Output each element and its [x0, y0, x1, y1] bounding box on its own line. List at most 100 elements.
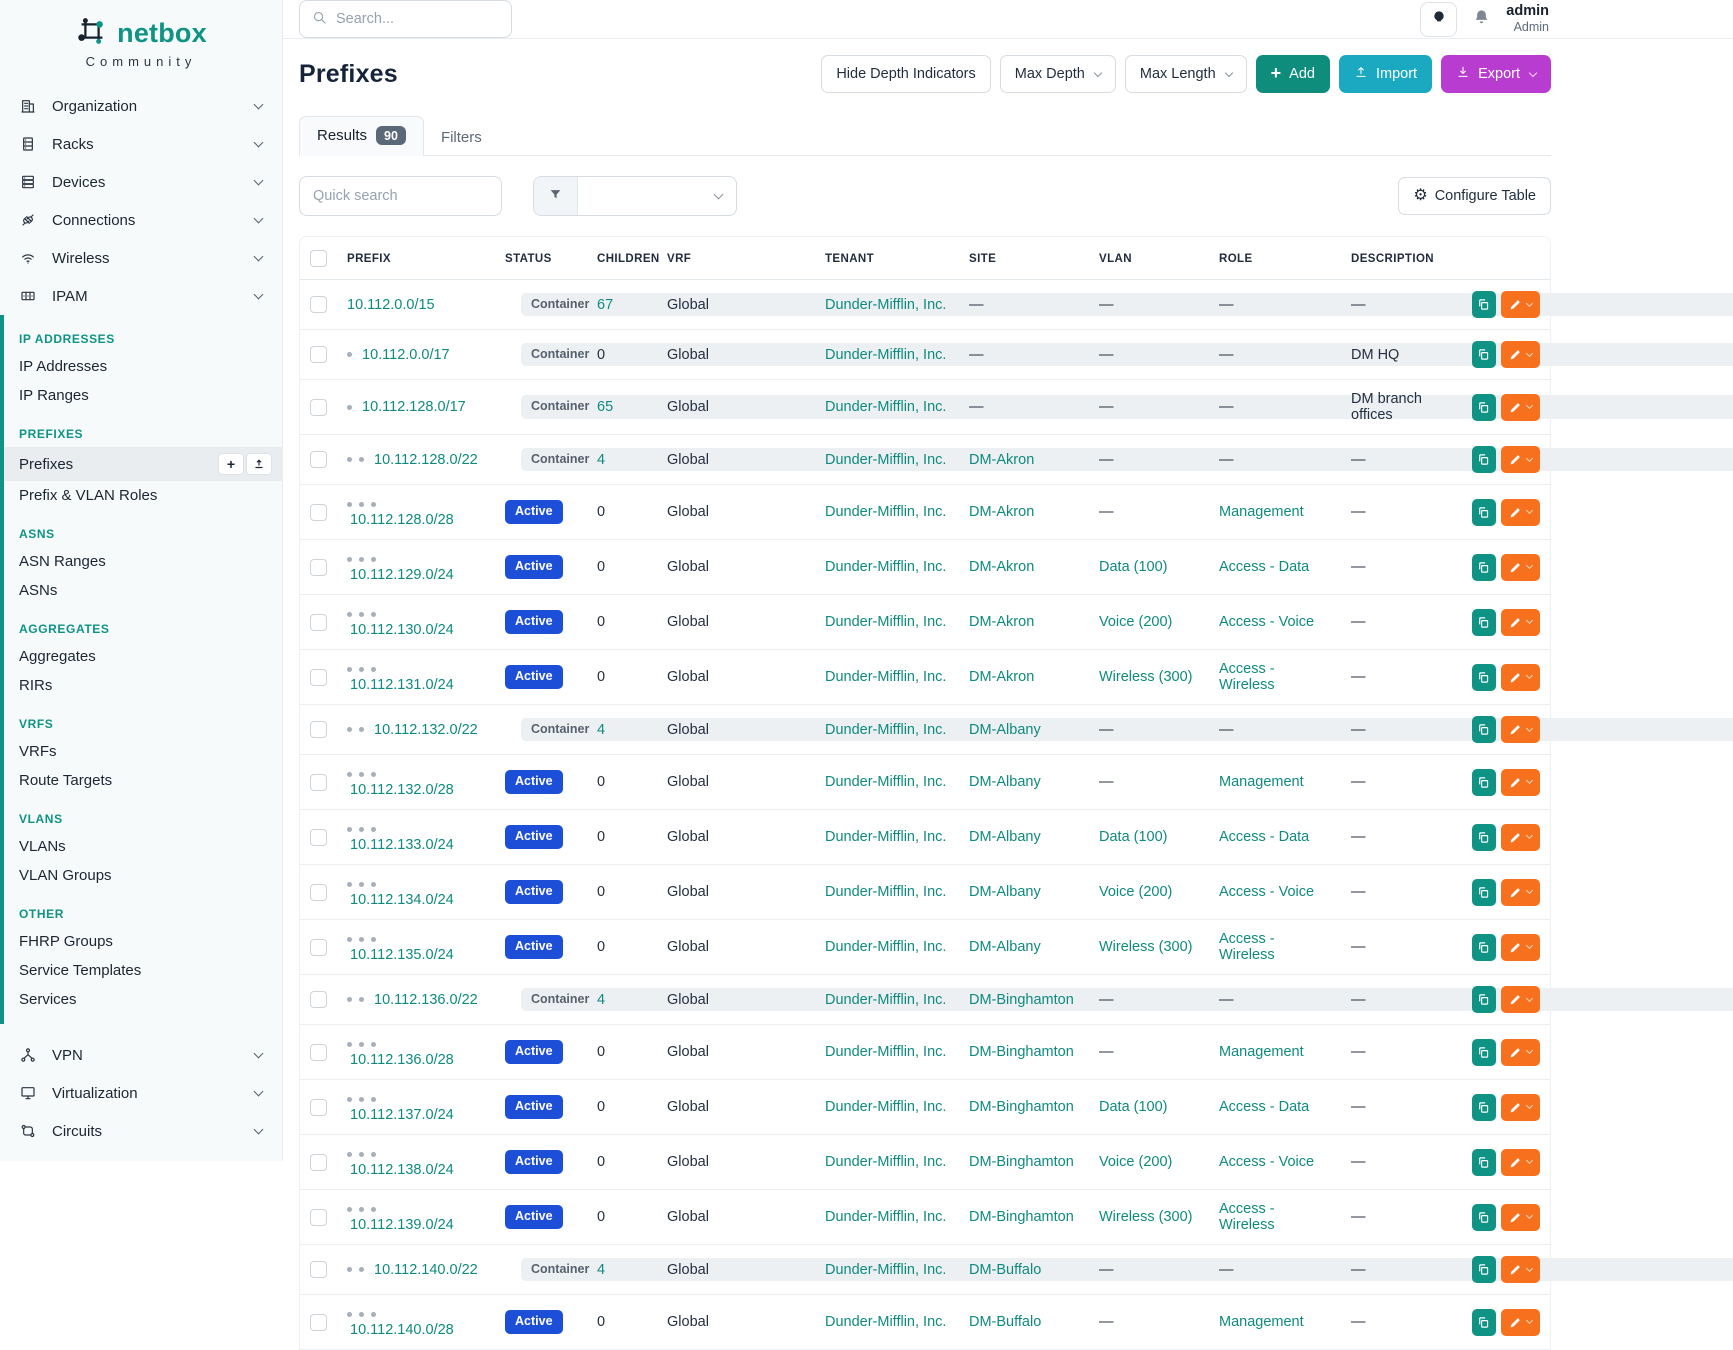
edit-button[interactable]: [1501, 716, 1540, 743]
edit-button[interactable]: [1501, 769, 1540, 796]
prefix-link[interactable]: 10.112.140.0/22: [374, 1262, 478, 1278]
clone-button[interactable]: [1472, 1149, 1496, 1176]
max-depth-dropdown[interactable]: Max Depth: [1000, 55, 1116, 93]
row-checkbox[interactable]: [310, 346, 327, 363]
prefix-link[interactable]: 10.112.136.0/28: [350, 1052, 454, 1068]
row-checkbox[interactable]: [310, 614, 327, 631]
saved-filter-select[interactable]: [578, 177, 736, 215]
row-checkbox[interactable]: [310, 1154, 327, 1171]
clone-button[interactable]: [1472, 499, 1496, 526]
prefix-link[interactable]: 10.112.128.0/17: [362, 399, 466, 415]
clone-button[interactable]: [1472, 609, 1496, 636]
edit-button[interactable]: [1501, 1204, 1540, 1231]
site-link[interactable]: DM-Albany: [969, 829, 1041, 845]
prefix-link[interactable]: 10.112.131.0/24: [350, 677, 454, 693]
clone-button[interactable]: [1472, 986, 1496, 1013]
prefix-link[interactable]: 10.112.139.0/24: [350, 1217, 454, 1233]
row-checkbox[interactable]: [310, 1044, 327, 1061]
prefix-link[interactable]: 10.112.138.0/24: [350, 1162, 454, 1178]
prefix-link[interactable]: 10.112.137.0/24: [350, 1107, 454, 1123]
netbox-logo[interactable]: netbox: [0, 0, 282, 52]
user-menu[interactable]: admin Admin: [1506, 2, 1549, 36]
tenant-link[interactable]: Dunder-Mifflin, Inc.: [825, 1262, 946, 1278]
global-search[interactable]: [299, 0, 512, 38]
site-link[interactable]: DM-Akron: [969, 669, 1034, 685]
clone-button[interactable]: [1472, 664, 1496, 691]
edit-button[interactable]: [1501, 1039, 1540, 1066]
tenant-link[interactable]: Dunder-Mifflin, Inc.: [825, 399, 946, 415]
tenant-link[interactable]: Dunder-Mifflin, Inc.: [825, 1209, 946, 1225]
tenant-link[interactable]: Dunder-Mifflin, Inc.: [825, 939, 946, 955]
vlan-link[interactable]: Voice (200): [1099, 614, 1172, 630]
site-link[interactable]: DM-Akron: [969, 614, 1034, 630]
vlan-link[interactable]: Data (100): [1099, 829, 1168, 845]
children-count-link[interactable]: 67: [597, 297, 613, 313]
children-count-link[interactable]: 4: [597, 452, 605, 468]
prefix-link[interactable]: 10.112.128.0/28: [350, 512, 454, 528]
sidebar-item-route-targets[interactable]: Route Targets: [4, 766, 282, 795]
row-checkbox[interactable]: [310, 1261, 327, 1278]
tenant-link[interactable]: Dunder-Mifflin, Inc.: [825, 559, 946, 575]
tenant-link[interactable]: Dunder-Mifflin, Inc.: [825, 829, 946, 845]
edit-button[interactable]: [1501, 934, 1540, 961]
tenant-link[interactable]: Dunder-Mifflin, Inc.: [825, 1154, 946, 1170]
prefix-link[interactable]: 10.112.132.0/28: [350, 782, 454, 798]
edit-button[interactable]: [1501, 291, 1540, 318]
sidebar-item-prefixes[interactable]: Prefixes+: [4, 447, 282, 481]
clone-button[interactable]: [1472, 716, 1496, 743]
site-link[interactable]: DM-Albany: [969, 774, 1041, 790]
row-checkbox[interactable]: [310, 829, 327, 846]
site-link[interactable]: DM-Binghamton: [969, 1154, 1074, 1170]
tenant-link[interactable]: Dunder-Mifflin, Inc.: [825, 669, 946, 685]
sidebar-item-asn-ranges[interactable]: ASN Ranges: [4, 547, 282, 576]
children-count-link[interactable]: 4: [597, 992, 605, 1008]
row-checkbox[interactable]: [310, 559, 327, 576]
prefix-link[interactable]: 10.112.135.0/24: [350, 947, 454, 963]
sidebar-item-racks[interactable]: Racks: [0, 125, 282, 163]
quick-add-button[interactable]: +: [218, 453, 244, 475]
vlan-link[interactable]: Data (100): [1099, 559, 1168, 575]
clone-button[interactable]: [1472, 934, 1496, 961]
row-checkbox[interactable]: [310, 991, 327, 1008]
role-link[interactable]: Access - Wireless: [1219, 661, 1275, 693]
row-checkbox[interactable]: [310, 399, 327, 416]
theme-toggle-button[interactable]: [1420, 2, 1457, 37]
tab-results[interactable]: Results 90: [299, 116, 424, 156]
tenant-link[interactable]: Dunder-Mifflin, Inc.: [825, 1099, 946, 1115]
prefix-link[interactable]: 10.112.140.0/28: [350, 1322, 454, 1338]
children-count-link[interactable]: 4: [597, 722, 605, 738]
prefix-link[interactable]: 10.112.133.0/24: [350, 837, 454, 853]
tenant-link[interactable]: Dunder-Mifflin, Inc.: [825, 1044, 946, 1060]
max-length-dropdown[interactable]: Max Length: [1125, 55, 1247, 93]
global-search-input[interactable]: [336, 11, 523, 27]
site-link[interactable]: DM-Albany: [969, 884, 1041, 900]
site-link[interactable]: DM-Akron: [969, 559, 1034, 575]
clone-button[interactable]: [1472, 1204, 1496, 1231]
sidebar-item-vrfs[interactable]: VRFs: [4, 737, 282, 766]
sidebar-item-wireless[interactable]: Wireless: [0, 239, 282, 277]
children-count-link[interactable]: 65: [597, 399, 613, 415]
sidebar-item-ip-ranges[interactable]: IP Ranges: [4, 381, 282, 410]
quick-search-input[interactable]: [299, 176, 502, 216]
configure-table-button[interactable]: ⚙ Configure Table: [1398, 177, 1551, 215]
row-checkbox[interactable]: [310, 939, 327, 956]
sidebar-item-asns[interactable]: ASNs: [4, 576, 282, 605]
sidebar-item-vlans[interactable]: VLANs: [4, 832, 282, 861]
row-checkbox[interactable]: [310, 774, 327, 791]
site-link[interactable]: DM-Binghamton: [969, 992, 1074, 1008]
tenant-link[interactable]: Dunder-Mifflin, Inc.: [825, 774, 946, 790]
row-checkbox[interactable]: [310, 1209, 327, 1226]
edit-button[interactable]: [1501, 824, 1540, 851]
role-link[interactable]: Management: [1219, 1314, 1304, 1330]
clone-button[interactable]: [1472, 824, 1496, 851]
site-link[interactable]: DM-Binghamton: [969, 1099, 1074, 1115]
clone-button[interactable]: [1472, 1039, 1496, 1066]
role-link[interactable]: Access - Voice: [1219, 614, 1314, 630]
role-link[interactable]: Access - Voice: [1219, 884, 1314, 900]
prefix-link[interactable]: 10.112.136.0/22: [374, 992, 478, 1008]
role-link[interactable]: Access - Wireless: [1219, 931, 1275, 963]
role-link[interactable]: Access - Data: [1219, 1099, 1309, 1115]
prefix-link[interactable]: 10.112.128.0/22: [374, 452, 478, 468]
vlan-link[interactable]: Wireless (300): [1099, 669, 1192, 685]
sidebar-item-aggregates[interactable]: Aggregates: [4, 642, 282, 671]
